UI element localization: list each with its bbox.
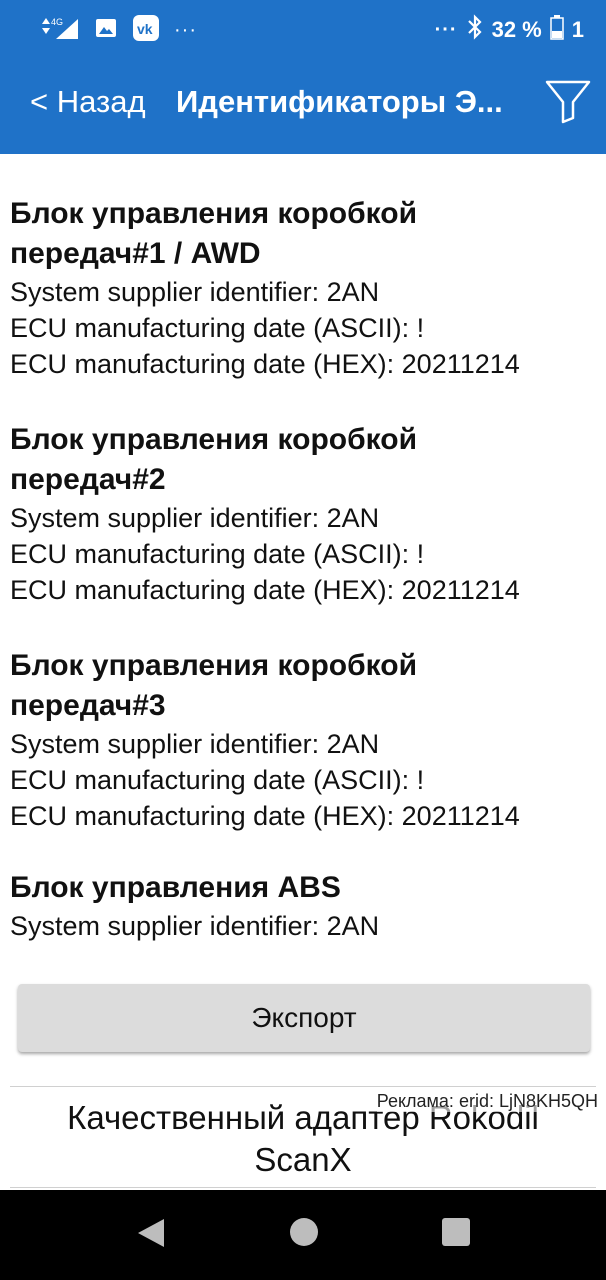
filter-icon bbox=[545, 80, 591, 124]
svg-text:vk: vk bbox=[137, 21, 153, 37]
export-button[interactable]: Экспорт bbox=[18, 984, 590, 1052]
nav-home-button[interactable] bbox=[288, 1216, 320, 1253]
system-navigation-bar bbox=[0, 1190, 606, 1280]
page-title: Идентификаторы Э... bbox=[176, 84, 503, 119]
manufacturing-date-ascii: ECU manufacturing date (ASCII): ! bbox=[10, 765, 425, 795]
back-button[interactable]: < Назад bbox=[30, 84, 146, 120]
supplier-identifier: System supplier identifier: 2AN bbox=[10, 277, 380, 307]
nav-back-button[interactable] bbox=[134, 1216, 168, 1255]
supplier-identifier: System supplier identifier: 2AN bbox=[10, 729, 380, 759]
ad-banner[interactable]: Качественный адаптер Rokodil ScanX Рекла… bbox=[10, 1086, 598, 1188]
square-recents-icon bbox=[442, 1218, 470, 1246]
bluetooth-icon bbox=[466, 14, 484, 46]
ad-text-line: ScanX bbox=[254, 1141, 352, 1178]
sim-slot-indicator: 1 bbox=[571, 17, 584, 42]
app-bar: < Назад Идентификаторы Э... bbox=[0, 56, 606, 154]
manufacturing-date-hex: ECU manufacturing date (HEX): 20211214 bbox=[10, 801, 520, 831]
ecu-block: Блок управления ABS System supplier iden… bbox=[10, 868, 600, 944]
gallery-icon bbox=[94, 16, 118, 45]
ecu-block: Блок управления коробкой передач#3 Syste… bbox=[10, 646, 600, 834]
status-bar: 4G vk ··· ··· 32 % 1 bbox=[0, 0, 606, 56]
ecu-block-title: Блок управления ABS bbox=[10, 871, 341, 904]
manufacturing-date-hex: ECU manufacturing date (HEX): 20211214 bbox=[10, 349, 520, 379]
ecu-identifiers-list[interactable]: Блок управления коробкой передач#1 / AWD… bbox=[0, 154, 606, 950]
battery-icon bbox=[550, 14, 564, 46]
manufacturing-date-hex: ECU manufacturing date (HEX): 20211214 bbox=[10, 575, 520, 605]
signal-icon: 4G bbox=[40, 15, 80, 46]
ecu-block-title: Блок управления коробкой bbox=[10, 197, 418, 230]
ecu-block-title: передач#3 bbox=[10, 689, 166, 722]
circle-home-icon bbox=[290, 1218, 318, 1246]
supplier-identifier: System supplier identifier: 2AN bbox=[10, 503, 380, 533]
manufacturing-date-ascii: ECU manufacturing date (ASCII): ! bbox=[10, 539, 425, 569]
ecu-block-title: Блок управления коробкой bbox=[10, 649, 418, 682]
ecu-block-title: передач#1 / AWD bbox=[10, 237, 261, 270]
triangle-back-icon bbox=[138, 1219, 164, 1247]
ad-label: Реклама: erid: LjN8KH5QH bbox=[376, 1091, 598, 1112]
svg-text:4G: 4G bbox=[51, 17, 63, 27]
nav-recents-button[interactable] bbox=[440, 1216, 472, 1253]
status-icons-right: ··· 32 % 1 bbox=[435, 14, 584, 46]
filter-button[interactable] bbox=[544, 78, 592, 126]
ecu-block-title: передач#2 bbox=[10, 463, 166, 496]
ecu-block-title: Блок управления коробкой bbox=[10, 423, 418, 456]
manufacturing-date-ascii: ECU manufacturing date (ASCII): ! bbox=[10, 313, 425, 343]
more-status-icon: ··· bbox=[434, 18, 458, 41]
battery-percent: 32 % bbox=[491, 17, 542, 42]
ecu-block: Блок управления коробкой передач#2 Syste… bbox=[10, 420, 600, 608]
more-notifications-icon: ··· bbox=[174, 19, 197, 41]
supplier-identifier: System supplier identifier: 2AN bbox=[10, 911, 380, 941]
status-icons-left: 4G vk ··· bbox=[40, 14, 197, 47]
ecu-block: Блок управления коробкой передач#1 / AWD… bbox=[10, 194, 600, 382]
vk-icon: vk bbox=[132, 14, 160, 47]
